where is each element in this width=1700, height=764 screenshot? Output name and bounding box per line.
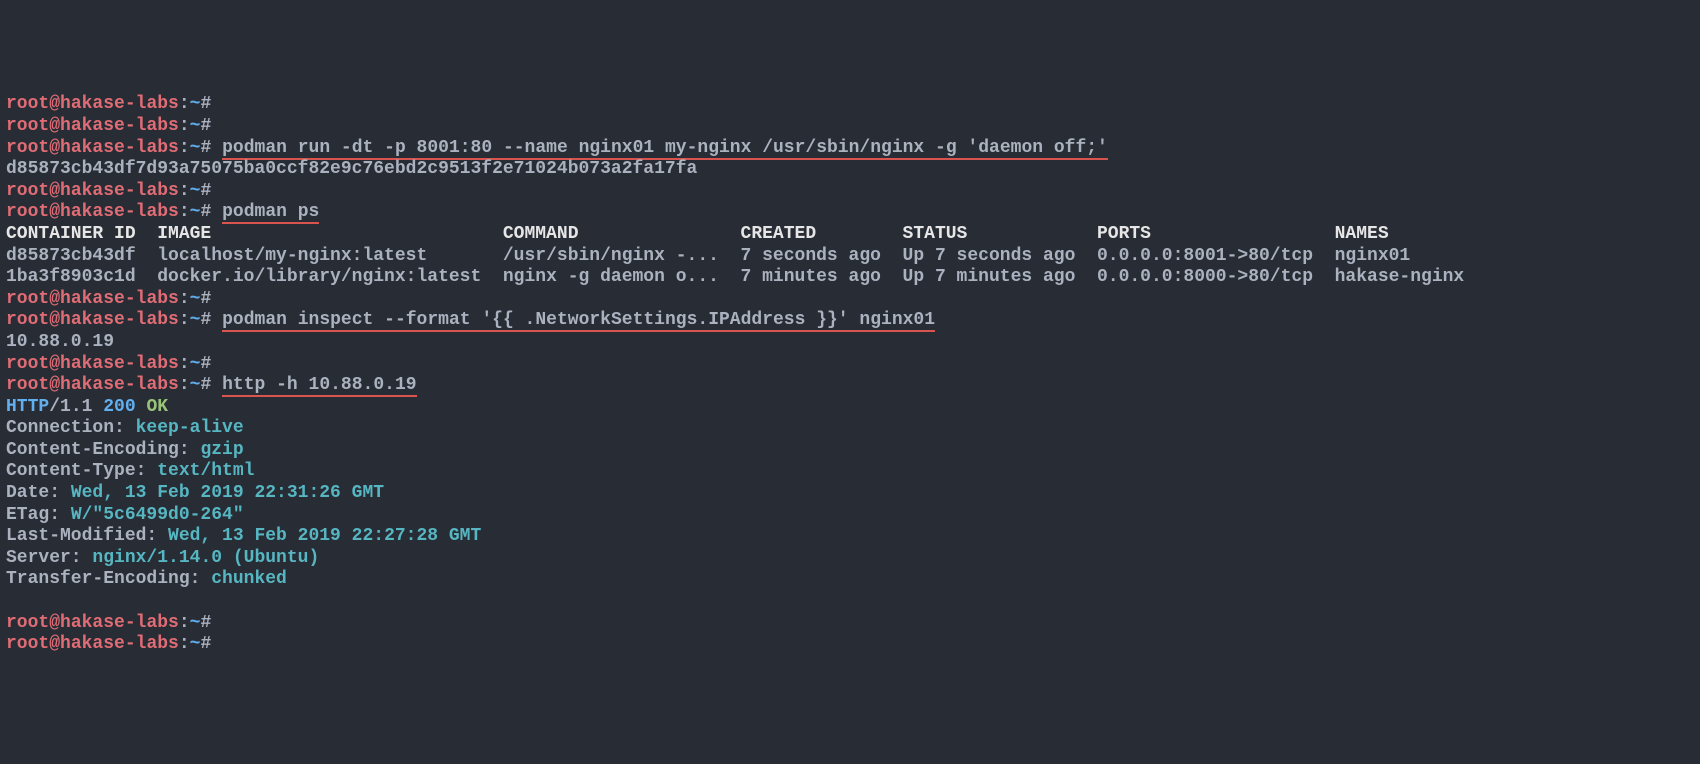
shell-prompt: root@hakase-labs:~# [6,613,211,633]
ps-row: 1ba3f8903c1d docker.io/library/nginx:lat… [6,267,1464,287]
http-header-key: Server: [6,548,92,568]
shell-prompt: root@hakase-labs:~# [6,202,211,222]
terminal-line: root@hakase-labs:~# podman ps [6,202,1694,224]
terminal[interactable]: root@hakase-labs:~#root@hakase-labs:~#ro… [6,94,1694,655]
shell-prompt: root@hakase-labs:~# [6,634,211,654]
terminal-line: HTTP/1.1 200 OK [6,397,1694,419]
http-status-text: OK [146,397,168,417]
http-header-key: Date: [6,483,71,503]
http-header-value: nginx/1.14.0 (Ubuntu) [92,548,319,568]
command-text: http -h 10.88.0.19 [222,375,416,397]
http-proto: HTTP [6,397,49,417]
terminal-line: 10.88.0.19 [6,332,1694,354]
shell-prompt: root@hakase-labs:~# [6,375,211,395]
ip-output: 10.88.0.19 [6,332,114,352]
terminal-line: root@hakase-labs:~# [6,634,1694,656]
terminal-line: Date: Wed, 13 Feb 2019 22:31:26 GMT [6,483,1694,505]
container-hash: d85873cb43df7d93a75075ba0ccf82e9c76ebd2c… [6,159,697,179]
http-header-value: gzip [200,440,243,460]
http-status-code: 200 [103,397,146,417]
terminal-line: root@hakase-labs:~# [6,116,1694,138]
terminal-line: root@hakase-labs:~# [6,289,1694,311]
terminal-line: root@hakase-labs:~# [6,613,1694,635]
terminal-line: Transfer-Encoding: chunked [6,569,1694,591]
shell-prompt: root@hakase-labs:~# [6,310,211,330]
command-text: podman ps [222,202,319,224]
terminal-line: root@hakase-labs:~# podman run -dt -p 80… [6,138,1694,160]
http-header-key: ETag: [6,505,71,525]
shell-prompt: root@hakase-labs:~# [6,354,211,374]
terminal-line: Content-Type: text/html [6,461,1694,483]
terminal-line: Content-Encoding: gzip [6,440,1694,462]
shell-prompt: root@hakase-labs:~# [6,181,211,201]
terminal-line: Last-Modified: Wed, 13 Feb 2019 22:27:28… [6,526,1694,548]
http-header-value: Wed, 13 Feb 2019 22:27:28 GMT [168,526,481,546]
shell-prompt: root@hakase-labs:~# [6,116,211,136]
terminal-line: CONTAINER ID IMAGE COMMAND CREATED STATU… [6,224,1694,246]
terminal-line: 1ba3f8903c1d docker.io/library/nginx:lat… [6,267,1694,289]
http-header-key: Connection: [6,418,136,438]
terminal-line: root@hakase-labs:~# [6,354,1694,376]
http-header-value: W/"5c6499d0-264" [71,505,244,525]
terminal-line: d85873cb43df7d93a75075ba0ccf82e9c76ebd2c… [6,159,1694,181]
ps-row: d85873cb43df localhost/my-nginx:latest /… [6,246,1410,266]
http-header-key: Content-Type: [6,461,157,481]
shell-prompt: root@hakase-labs:~# [6,289,211,309]
command-text: podman inspect --format '{{ .NetworkSett… [222,310,935,332]
terminal-line: root@hakase-labs:~# podman inspect --for… [6,310,1694,332]
terminal-line: root@hakase-labs:~# http -h 10.88.0.19 [6,375,1694,397]
http-header-value: text/html [157,461,254,481]
http-header-key: Content-Encoding: [6,440,200,460]
ps-header: CONTAINER ID IMAGE COMMAND CREATED STATU… [6,224,1389,244]
http-version: 1.1 [60,397,103,417]
terminal-line [6,591,1694,613]
terminal-line: root@hakase-labs:~# [6,181,1694,203]
terminal-line: ETag: W/"5c6499d0-264" [6,505,1694,527]
terminal-line: Server: nginx/1.14.0 (Ubuntu) [6,548,1694,570]
terminal-line: Connection: keep-alive [6,418,1694,440]
http-header-value: Wed, 13 Feb 2019 22:31:26 GMT [71,483,384,503]
http-header-key: Last-Modified: [6,526,168,546]
command-text: podman run -dt -p 8001:80 --name nginx01… [222,138,1108,160]
shell-prompt: root@hakase-labs:~# [6,138,211,158]
http-header-value: keep-alive [136,418,244,438]
http-header-key: Transfer-Encoding: [6,569,211,589]
http-header-value: chunked [211,569,287,589]
terminal-line: d85873cb43df localhost/my-nginx:latest /… [6,246,1694,268]
terminal-line: root@hakase-labs:~# [6,94,1694,116]
shell-prompt: root@hakase-labs:~# [6,94,211,114]
